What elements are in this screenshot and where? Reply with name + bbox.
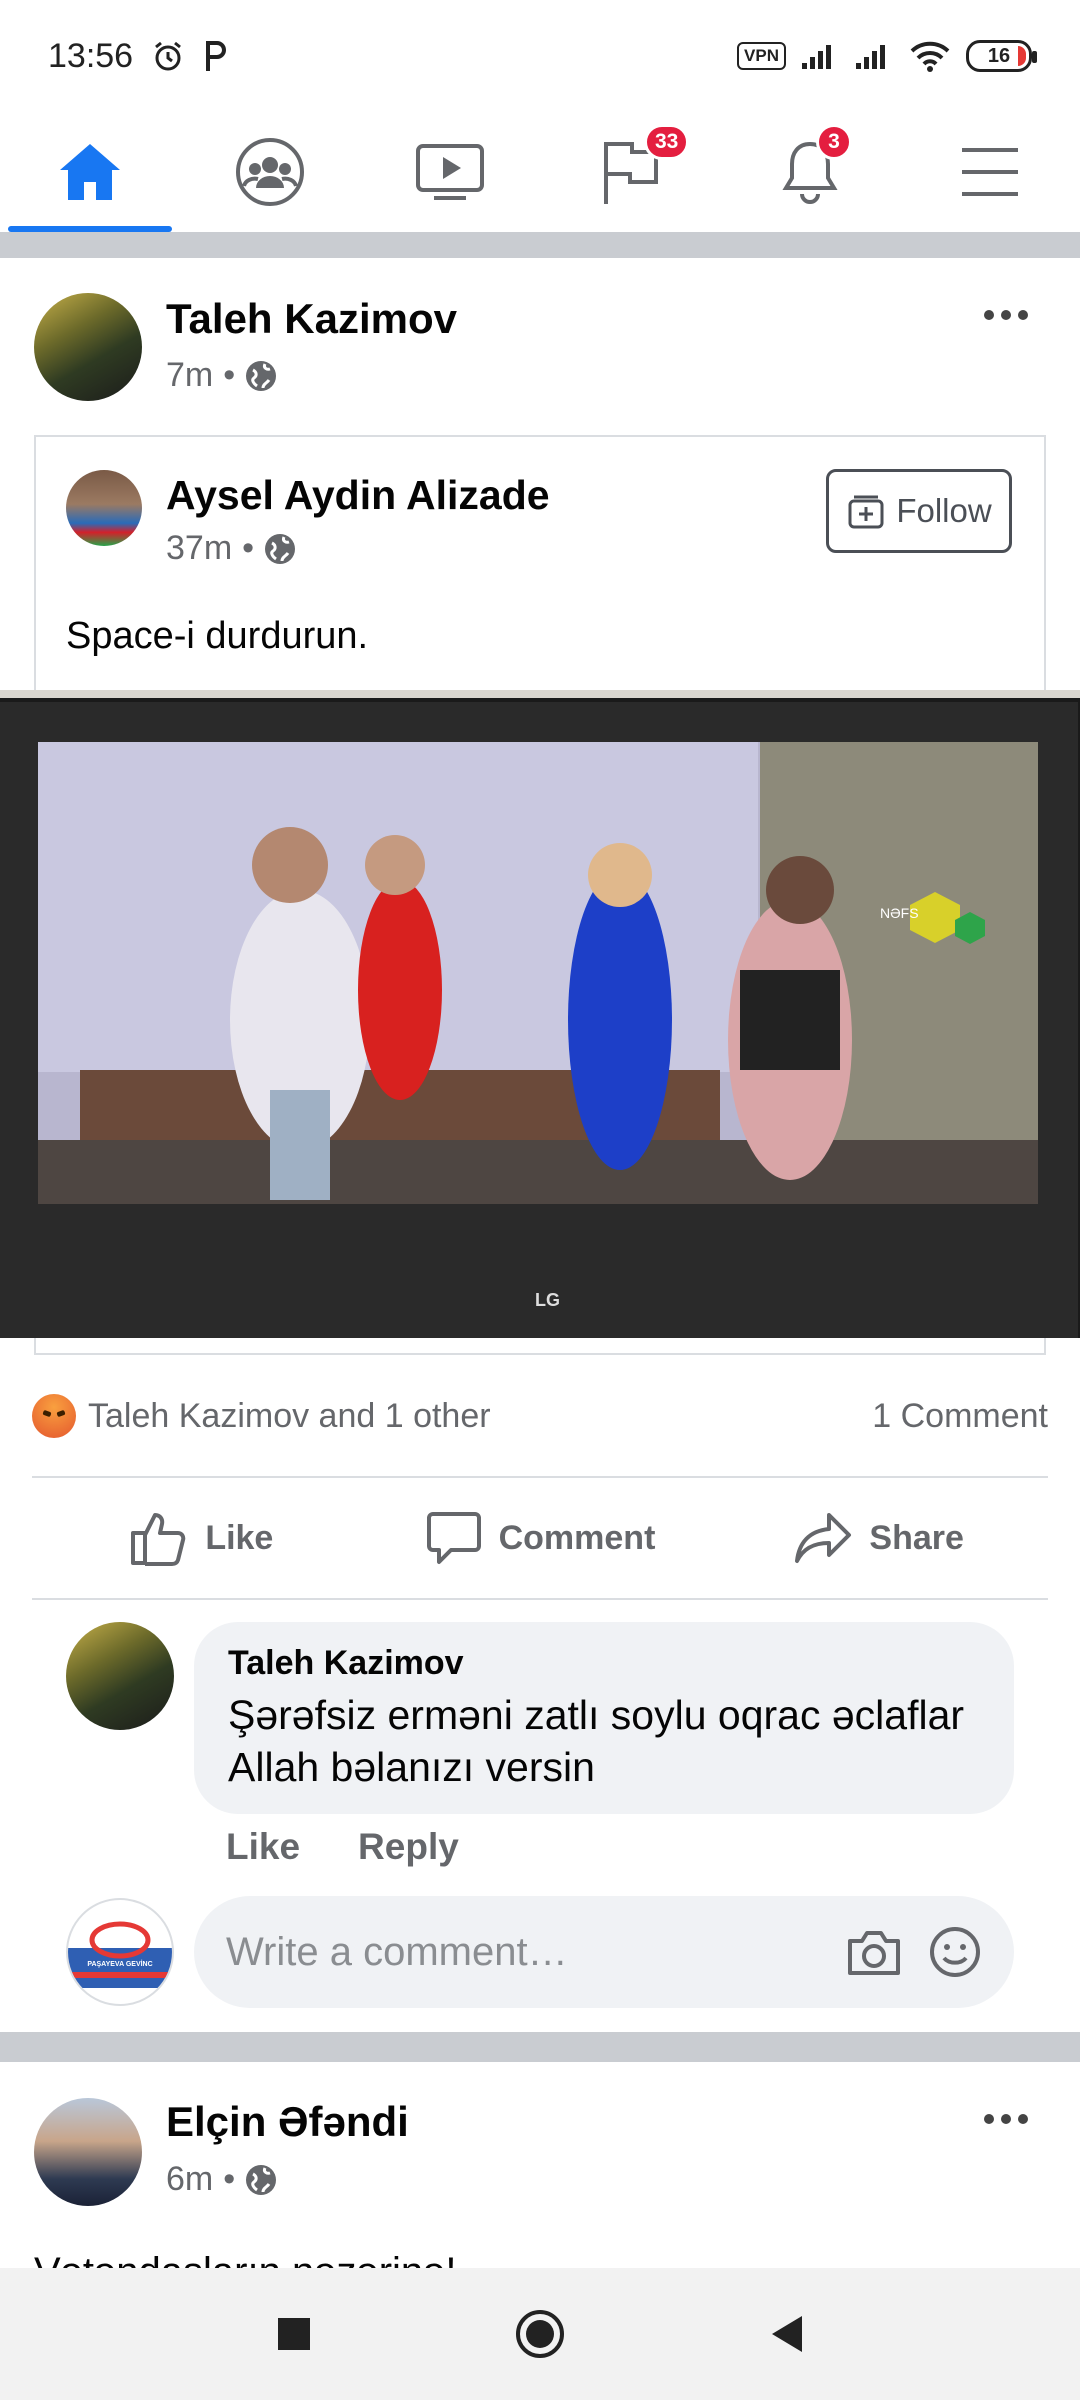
divider <box>32 1598 1048 1600</box>
shared-meta: 37m • <box>166 529 296 568</box>
notifications-badge: 3 <box>816 124 852 160</box>
share-label: Share <box>869 1518 964 1557</box>
menu-icon <box>962 148 1018 196</box>
section-divider <box>0 232 1080 258</box>
current-user-logo-text: PAŞAYEVA GEVİNC <box>87 1960 152 1968</box>
current-user-logo: PAŞAYEVA GEVİNC <box>68 1921 172 1988</box>
comment-author[interactable]: Taleh Kazimov <box>228 1644 980 1683</box>
home-icon <box>60 144 120 200</box>
like-icon <box>131 1513 186 1566</box>
camera-icon[interactable] <box>846 1927 902 1977</box>
post-more-options[interactable] <box>984 310 1028 320</box>
tab-pages[interactable]: 33 <box>540 112 720 232</box>
globe-icon <box>246 360 277 391</box>
globe-icon <box>246 2164 277 2195</box>
tab-menu[interactable] <box>900 112 1080 232</box>
commenter-avatar[interactable] <box>66 1622 174 1730</box>
next-post-author[interactable]: Elçin Əfəndi <box>166 2098 409 2146</box>
recents-button[interactable] <box>274 2314 314 2354</box>
wifi-icon <box>910 41 950 72</box>
share-button[interactable]: Share <box>709 1480 1048 1596</box>
status-time: 13:56 <box>48 36 134 75</box>
comment-composer[interactable]: Write a comment… <box>194 1896 1014 2008</box>
vpn-icon: VPN <box>737 42 786 70</box>
next-post-time[interactable]: 6m <box>166 2160 213 2199</box>
tv-photo-image: NƏFS LG <box>0 690 1080 1338</box>
share-icon <box>795 1513 852 1563</box>
globe-icon <box>265 533 296 564</box>
meta-dot: • <box>242 529 255 567</box>
comment-button[interactable]: Comment <box>371 1480 710 1596</box>
battery-icon: 16 <box>966 40 1037 72</box>
reactions-text: Taleh Kazimov and 1 other <box>88 1396 491 1435</box>
follow-icon <box>848 495 884 529</box>
tab-watch[interactable] <box>360 112 540 232</box>
comment-reply-button[interactable]: Reply <box>358 1826 459 1868</box>
post-photo[interactable]: NƏFS LG <box>0 690 1080 1338</box>
comment-label: Comment <box>498 1518 656 1557</box>
author-avatar[interactable] <box>34 293 142 401</box>
tv-brand-logo: LG <box>535 1290 560 1310</box>
meta-dot: • <box>223 356 236 394</box>
follow-button[interactable]: Follow <box>826 469 1012 553</box>
next-post-author-avatar[interactable] <box>34 2098 142 2206</box>
comments-count[interactable]: 1 Comment <box>872 1397 1048 1436</box>
pages-badge: 33 <box>644 124 690 160</box>
top-nav: 33 3 <box>0 112 1080 232</box>
tab-notifications[interactable]: 3 <box>720 112 900 232</box>
comment-bubble[interactable]: Taleh Kazimov Şərəfsiz erməni zatlı soyl… <box>194 1622 1014 1814</box>
shared-author-avatar[interactable] <box>66 470 142 546</box>
post-meta: 7m • <box>166 356 277 395</box>
post-actions: Like Comment Share <box>32 1480 1048 1596</box>
home-button[interactable] <box>514 2308 566 2360</box>
angry-reaction-icon <box>32 1394 76 1438</box>
meta-dot: • <box>223 2160 236 2198</box>
follow-label: Follow <box>896 492 992 529</box>
divider <box>32 1476 1048 1478</box>
shared-author[interactable]: Aysel Aydin Alizade <box>166 472 550 519</box>
alarm-icon <box>155 41 182 71</box>
comment-icon <box>426 1512 481 1564</box>
tv-channel-mark: NƏFS <box>880 905 919 921</box>
comment-input[interactable]: Write a comment… <box>226 1930 846 1975</box>
signal-icon <box>856 45 885 69</box>
section-divider <box>0 2032 1080 2062</box>
post-author[interactable]: Taleh Kazimov <box>166 295 457 343</box>
signal-icon <box>802 45 831 69</box>
system-nav-bar <box>0 2268 1080 2400</box>
p-icon <box>206 41 227 71</box>
tab-home[interactable] <box>0 112 180 232</box>
shared-post-text: Space-i durdurun. <box>66 615 369 657</box>
comment-like-button[interactable]: Like <box>226 1826 300 1868</box>
next-post-more-options[interactable] <box>984 2114 1028 2124</box>
reactions-summary[interactable]: Taleh Kazimov and 1 other 1 Comment <box>32 1388 1048 1444</box>
status-bar: 13:56 VPN 16 <box>0 0 1080 112</box>
current-user-avatar[interactable]: PAŞAYEVA GEVİNC <box>66 1898 174 2006</box>
next-post-meta: 6m • <box>166 2160 277 2199</box>
comment-actions: Like Reply <box>226 1826 459 1868</box>
shared-time[interactable]: 37m <box>166 529 232 568</box>
back-button[interactable] <box>766 2312 806 2356</box>
groups-icon <box>236 138 304 206</box>
post-time[interactable]: 7m <box>166 356 213 395</box>
tab-groups[interactable] <box>180 112 360 232</box>
like-button[interactable]: Like <box>32 1480 371 1596</box>
emoji-icon[interactable] <box>928 1925 982 1979</box>
comment-text: Şərəfsiz erməni zatlı soylu oqrac əclafl… <box>228 1692 965 1790</box>
watch-icon <box>416 144 484 200</box>
like-label: Like <box>205 1518 274 1557</box>
